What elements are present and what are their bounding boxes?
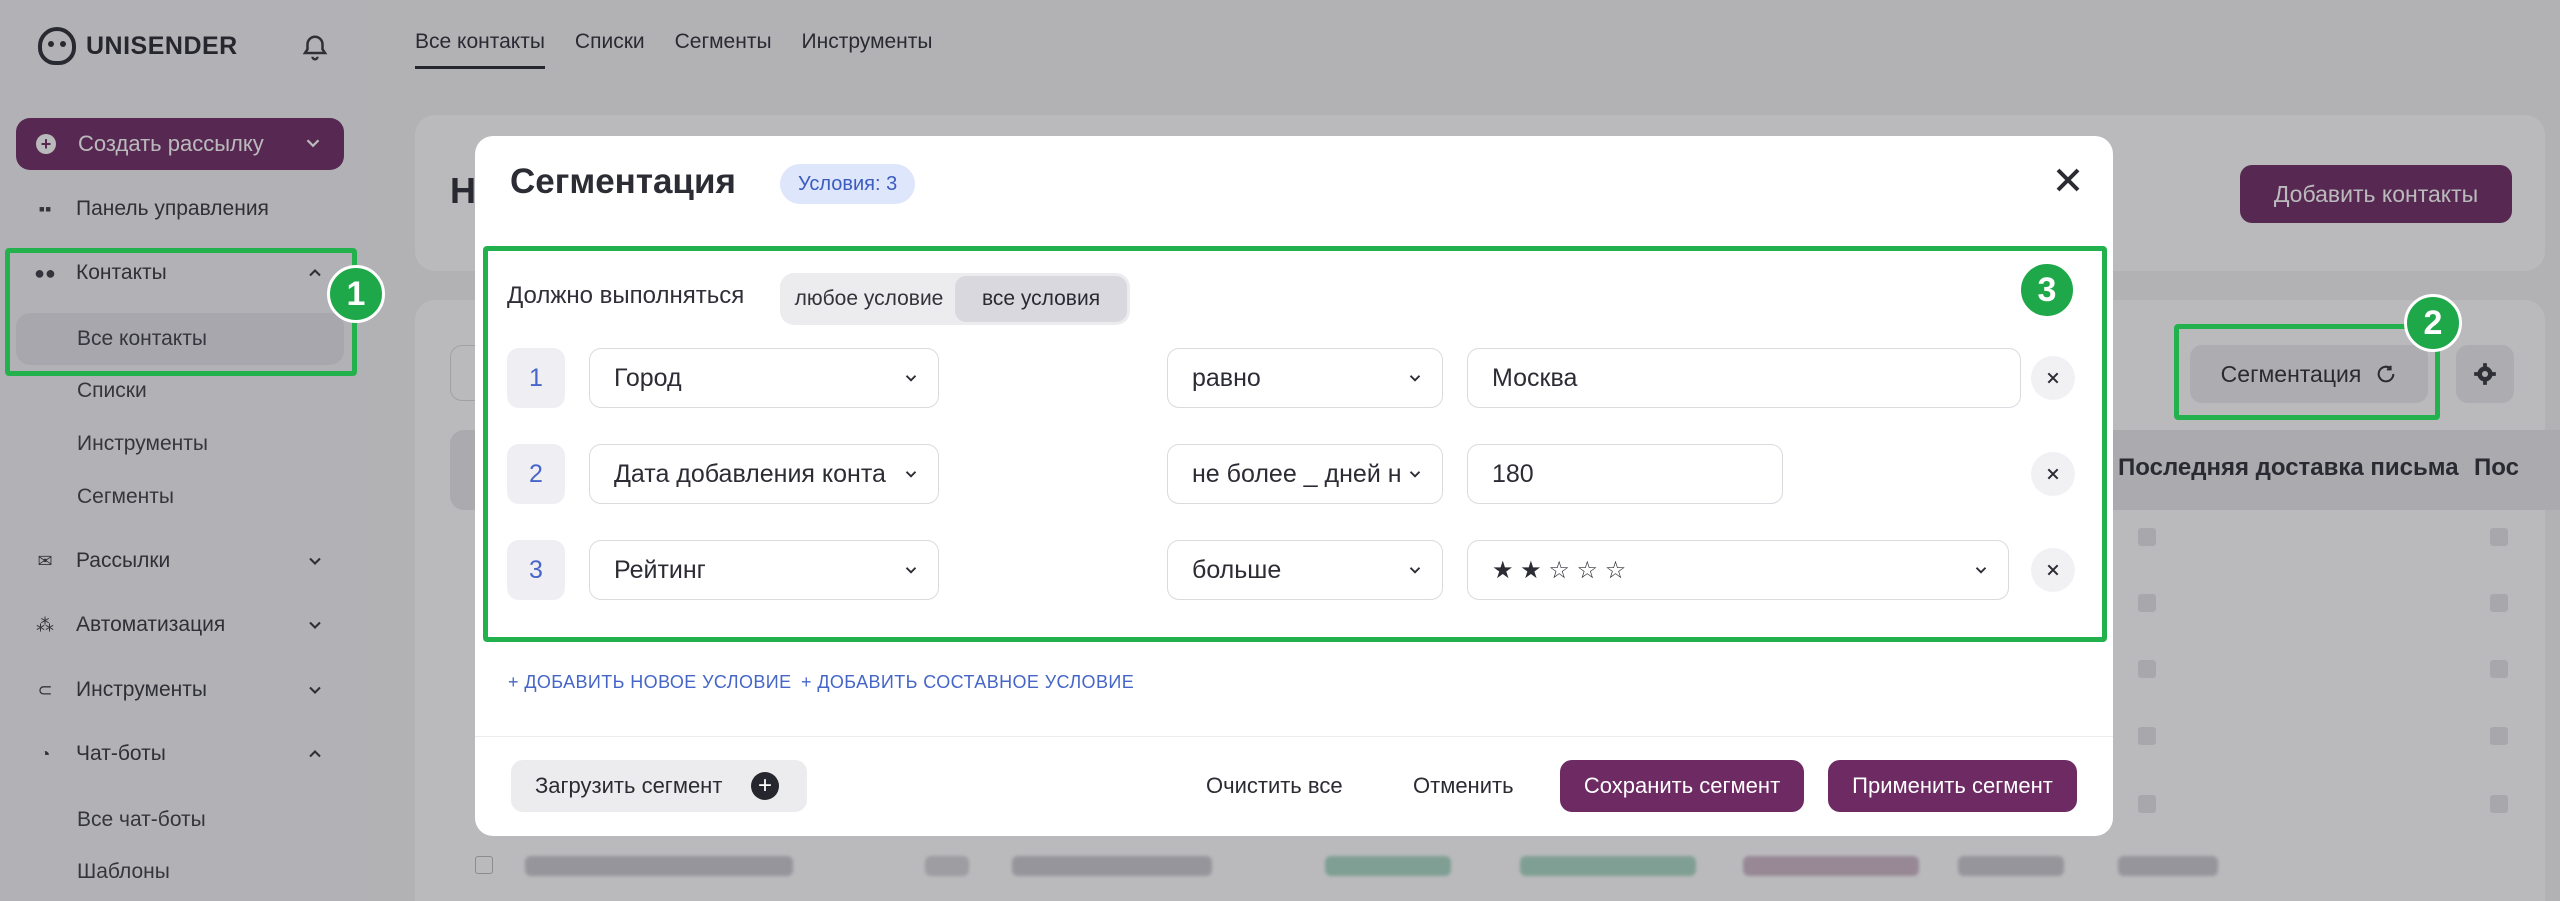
modal-title: Сегментация	[510, 162, 736, 201]
add-condition-link[interactable]: + ДОБАВИТЬ НОВОЕ УСЛОВИЕ	[508, 672, 792, 693]
cancel-button[interactable]: Отменить	[1413, 760, 1514, 812]
clear-all-button[interactable]: Очистить все	[1206, 760, 1343, 812]
conditions-count-badge: Условия: 3	[780, 164, 916, 204]
annotation-highlight-2	[2174, 324, 2440, 420]
load-segment-label: Загрузить сегмент	[535, 773, 723, 798]
annotation-badge-1: 1	[327, 265, 385, 323]
apply-segment-button[interactable]: Применить сегмент	[1828, 760, 2077, 812]
annotation-highlight-1	[5, 248, 357, 376]
annotation-highlight-3	[483, 246, 2107, 642]
annotation-badge-3: 3	[2018, 261, 2076, 319]
save-segment-button[interactable]: Сохранить сегмент	[1560, 760, 1804, 812]
annotation-badge-2: 2	[2404, 294, 2462, 352]
footer-divider	[475, 736, 2113, 737]
close-icon[interactable]	[2048, 160, 2088, 200]
plus-icon: +	[751, 772, 779, 800]
load-segment-button[interactable]: Загрузить сегмент +	[511, 760, 807, 812]
add-compound-condition-link[interactable]: + ДОБАВИТЬ СОСТАВНОЕ УСЛОВИЕ	[801, 672, 1134, 693]
